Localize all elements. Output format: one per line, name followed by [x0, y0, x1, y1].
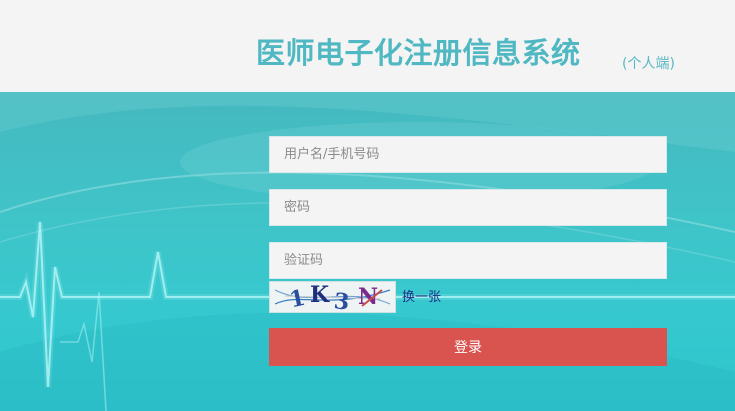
svg-text:3: 3	[333, 288, 351, 312]
captcha-image[interactable]: 1 K 3 N	[269, 281, 396, 316]
svg-text:1: 1	[287, 285, 307, 312]
login-button[interactable]: 登录	[269, 328, 667, 366]
password-input[interactable]	[269, 189, 667, 226]
refresh-captcha-link[interactable]: 换一张	[402, 286, 441, 305]
svg-text:K: K	[310, 282, 330, 308]
page-title: 医师电子化注册信息系统	[256, 36, 581, 70]
svg-text:N: N	[358, 284, 378, 310]
page-subtitle: (个人端)	[622, 56, 675, 72]
captcha-input[interactable]	[269, 242, 667, 279]
header-bar: 医师电子化注册信息系统 (个人端)	[0, 0, 735, 92]
username-input[interactable]	[269, 136, 667, 173]
